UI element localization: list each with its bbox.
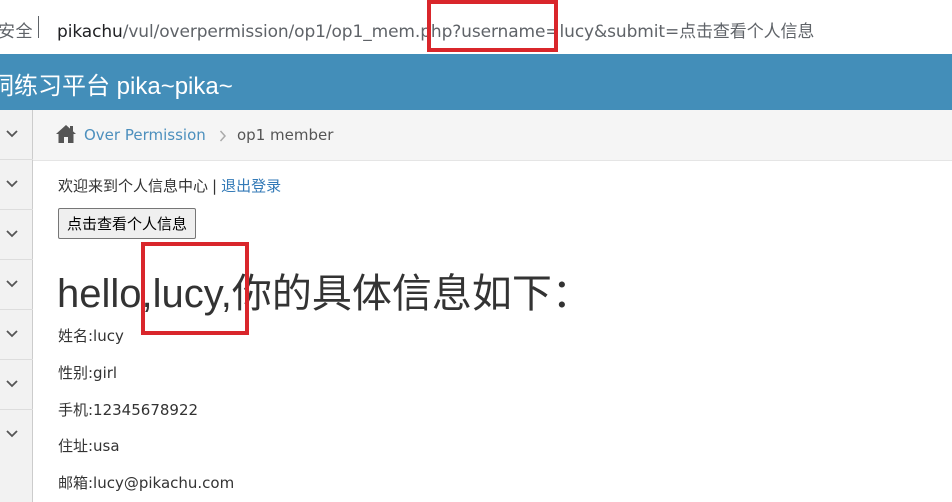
welcome-separator: | — [212, 177, 218, 195]
chevron-down-icon — [6, 180, 18, 188]
breadcrumb-link-over-permission[interactable]: Over Permission — [84, 126, 206, 144]
sidebar-item[interactable] — [0, 210, 33, 260]
view-profile-button[interactable]: 点击查看个人信息 — [58, 208, 197, 239]
sidebar-item[interactable] — [0, 310, 33, 360]
sidebar-item[interactable] — [0, 110, 33, 160]
field-gender: 性别:girl — [58, 364, 118, 382]
url-username-highlight — [427, 0, 558, 52]
logout-link[interactable]: 退出登录 — [221, 177, 281, 195]
field-email: 邮箱:lucy@pikachu.com — [58, 474, 235, 492]
chevron-down-icon — [6, 330, 18, 338]
chevron-down-icon — [6, 230, 18, 238]
security-indicator[interactable]: 安全 — [0, 17, 33, 42]
field-name: 姓名:lucy — [58, 327, 124, 345]
field-address: 住址:usa — [58, 437, 120, 455]
welcome-line: 欢迎来到个人信息中心 | 退出登录 — [58, 175, 281, 196]
sidebar-item[interactable] — [0, 410, 33, 460]
chevron-down-icon — [6, 430, 18, 438]
sidebar-item[interactable] — [0, 360, 33, 410]
sidebar — [0, 110, 33, 502]
welcome-text: 欢迎来到个人信息中心 — [58, 177, 209, 195]
sidebar-item[interactable] — [0, 260, 33, 310]
breadcrumb-current: op1 member — [237, 126, 334, 144]
address-divider — [38, 16, 39, 38]
sidebar-item[interactable] — [0, 160, 33, 210]
url-host: pikachu — [57, 22, 123, 42]
site-brand[interactable]: 洞练习平台 pika~pika~ — [0, 66, 233, 101]
greeting-heading: hello,lucy,你的具体信息如下： — [57, 272, 592, 316]
breadcrumb: Over Permission op1 member — [33, 110, 952, 161]
chevron-right-icon — [219, 130, 227, 142]
greeting-username-highlight — [141, 242, 249, 335]
field-phone: 手机:12345678922 — [58, 401, 199, 419]
home-icon — [56, 125, 76, 143]
chevron-down-icon — [6, 130, 18, 138]
chevron-down-icon — [6, 280, 18, 288]
top-navbar: 洞练习平台 pika~pika~ — [0, 54, 952, 110]
chevron-down-icon — [6, 380, 18, 388]
